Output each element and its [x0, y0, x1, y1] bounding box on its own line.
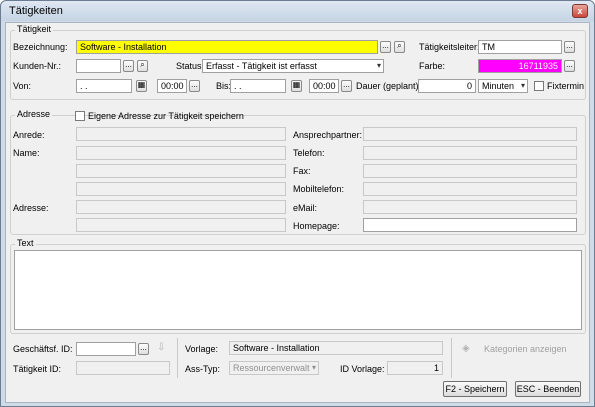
von-date-field[interactable]: . .: [76, 79, 132, 93]
homepage-field[interactable]: [363, 218, 577, 232]
fixtermin-checkbox[interactable]: [534, 81, 544, 91]
anrede-label: Anrede:: [13, 130, 45, 140]
speichern-button[interactable]: F2 - Speichern: [443, 381, 507, 397]
dauer-unit-select[interactable]: Minuten ▾: [478, 79, 528, 93]
fixtermin-label: Fixtermin: [547, 81, 585, 91]
mobil-field[interactable]: [363, 182, 577, 196]
window-title: Tätigkeiten: [9, 5, 63, 17]
bezeichnung-field[interactable]: Software - Installation: [76, 40, 378, 54]
dauer-label: Dauer (geplant):: [356, 81, 422, 91]
von-time-dots-button[interactable]: ...: [189, 80, 200, 92]
status-select[interactable]: Erfasst - Tätigkeit ist erfasst ▾: [202, 59, 384, 73]
chevron-down-icon: ▾: [376, 61, 381, 70]
farbe-dots-button[interactable]: ...: [564, 60, 575, 72]
dauer-unit-value: Minuten: [482, 81, 515, 91]
dialog-client: Tätigkeit Bezeichnung: Software - Instal…: [5, 22, 590, 403]
adresse-field-2[interactable]: [76, 218, 286, 232]
bis-time-field[interactable]: 00:00: [309, 79, 339, 93]
text-area[interactable]: [14, 250, 582, 330]
anrede-field[interactable]: [76, 127, 286, 141]
adresse-label: Adresse:: [13, 203, 49, 213]
fax-label: Fax:: [293, 166, 311, 176]
title-bar: Tätigkeiten x: [1, 1, 594, 21]
arrow-icon: ⇩: [157, 342, 166, 353]
id-vorlage-field: 1: [387, 361, 443, 375]
kunden-dots-button[interactable]: ...: [123, 60, 134, 72]
von-label: Von:: [13, 81, 32, 91]
bezeichnung-label: Bezeichnung:: [13, 42, 68, 52]
group-text-title: Text: [15, 238, 36, 248]
leiter-field[interactable]: TM: [478, 40, 562, 54]
bezeichnung-dots-button[interactable]: ...: [380, 41, 391, 53]
ass-typ-select[interactable]: Ressourcenverwalt ▾: [229, 361, 319, 375]
chevron-down-icon: ▾: [520, 81, 525, 90]
geschaeftsf-label: Geschäftsf. ID:: [13, 344, 73, 354]
kategorien-button[interactable]: Kategorien anzeigen: [484, 344, 567, 354]
kunden-search-button[interactable]: ⌕: [137, 60, 148, 72]
taetigkeit-id-field: [76, 361, 170, 375]
farbe-field[interactable]: 16711935: [478, 59, 562, 73]
adresse-field-1[interactable]: [76, 200, 286, 214]
geschaeftsf-field[interactable]: [76, 342, 136, 356]
geschaeftsf-dots-button[interactable]: ...: [138, 343, 149, 355]
separator-1: [177, 338, 178, 378]
diamond-icon: ◈: [462, 343, 470, 354]
farbe-label: Farbe:: [419, 61, 446, 71]
bis-label: Bis:: [216, 81, 232, 91]
ass-typ-value: Ressourcenverwalt: [233, 363, 310, 373]
name-field-2[interactable]: [76, 164, 286, 178]
window: Tätigkeiten x Tätigkeit Bezeichnung: Sof…: [0, 0, 595, 407]
telefon-label: Telefon:: [293, 148, 325, 158]
close-button[interactable]: x: [572, 4, 588, 18]
leiter-dots-button[interactable]: ...: [564, 41, 575, 53]
status-label: Status:: [176, 61, 205, 71]
group-adresse-title: Adresse: [15, 109, 53, 119]
homepage-label: Homepage:: [293, 221, 340, 231]
name-label: Name:: [13, 148, 40, 158]
bis-date-field[interactable]: . .: [230, 79, 286, 93]
bezeichnung-search-button[interactable]: ⌕: [394, 41, 405, 53]
beenden-button[interactable]: ESC - Beenden: [515, 381, 581, 397]
kunden-field[interactable]: [76, 59, 121, 73]
chevron-down-icon: ▾: [311, 363, 316, 372]
name-field-3[interactable]: [76, 182, 286, 196]
ansprech-label: Ansprechpartner:: [293, 130, 363, 140]
ansprech-field[interactable]: [363, 127, 577, 141]
bis-calendar-button[interactable]: ▦: [291, 80, 302, 92]
group-taetigkeit-title: Tätigkeit: [15, 24, 54, 34]
email-label: eMail:: [293, 203, 318, 213]
leiter-label: Tätigkeitsleiter:: [419, 42, 480, 52]
separator-2: [451, 338, 452, 378]
kunden-label: Kunden-Nr.:: [13, 61, 62, 71]
taetigkeit-id-label: Tätigkeit ID:: [13, 364, 62, 374]
status-value: Erfasst - Tätigkeit ist erfasst: [206, 61, 317, 71]
vorlage-field: Software - Installation: [229, 341, 443, 355]
eigene-adresse-checkbox[interactable]: [75, 111, 85, 121]
fax-field[interactable]: [363, 164, 577, 178]
id-vorlage-label: ID Vorlage:: [340, 364, 385, 374]
telefon-field[interactable]: [363, 146, 577, 160]
eigene-adresse-label: Eigene Adresse zur Tätigkeit speichern: [88, 111, 244, 121]
ass-typ-label: Ass-Typ:: [185, 364, 221, 374]
bis-time-dots-button[interactable]: ...: [341, 80, 352, 92]
von-calendar-button[interactable]: ▦: [136, 80, 147, 92]
name-field-1[interactable]: [76, 146, 286, 160]
mobil-label: Mobiltelefon:: [293, 184, 345, 194]
vorlage-label: Vorlage:: [185, 344, 219, 354]
dauer-field[interactable]: 0: [418, 79, 476, 93]
email-field[interactable]: [363, 200, 577, 214]
von-time-field[interactable]: 00:00: [157, 79, 187, 93]
